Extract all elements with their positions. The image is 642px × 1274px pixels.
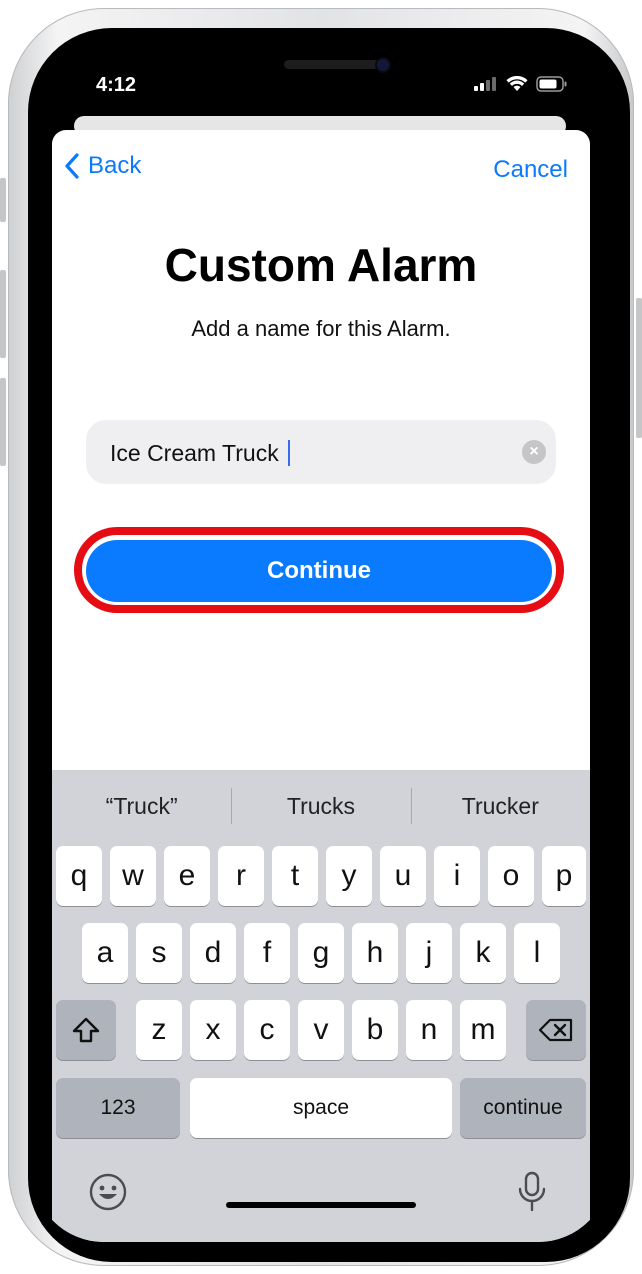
delete-icon [538, 1018, 573, 1042]
key-k[interactable]: k [460, 923, 506, 983]
key-l[interactable]: l [514, 923, 560, 983]
continue-key[interactable]: continue [460, 1078, 586, 1138]
suggestion-item[interactable]: Trucks [231, 770, 410, 842]
key-s[interactable]: s [136, 923, 182, 983]
chevron-left-icon [65, 153, 79, 179]
key-d[interactable]: d [190, 923, 236, 983]
side-button [636, 298, 642, 438]
keyboard: “Truck” Trucks Trucker q w e r t y u i o… [52, 770, 590, 1242]
key-j[interactable]: j [406, 923, 452, 983]
key-w[interactable]: w [110, 846, 156, 906]
front-camera [377, 59, 389, 71]
shift-icon [72, 1017, 100, 1043]
suggestion-item[interactable]: Trucker [410, 770, 590, 842]
key-q[interactable]: q [56, 846, 102, 906]
numbers-key[interactable]: 123 [56, 1078, 180, 1138]
back-label: Back [88, 152, 142, 179]
battery-icon [536, 76, 567, 92]
key-b[interactable]: b [352, 1000, 398, 1060]
earpiece-speaker [284, 60, 382, 69]
text-cursor [288, 440, 290, 466]
alarm-name-field[interactable]: × [86, 420, 556, 486]
key-f[interactable]: f [244, 923, 290, 983]
back-button[interactable]: Back [64, 152, 141, 180]
status-icons [474, 76, 568, 92]
suggestion-item[interactable]: “Truck” [52, 770, 231, 842]
status-time: 4:12 [96, 74, 137, 96]
alarm-name-input[interactable] [108, 420, 512, 486]
clear-text-button[interactable]: × [522, 440, 546, 464]
phone-screen: 4:12 Back Cancel Custom Alarm Add a name… [32, 32, 610, 1242]
continue-button[interactable]: Continue [86, 540, 552, 602]
cellular-signal-icon [474, 77, 496, 91]
emoji-icon [89, 1173, 127, 1211]
clear-circle-icon: × [529, 443, 539, 460]
key-y[interactable]: y [326, 846, 372, 906]
key-u[interactable]: u [380, 846, 426, 906]
space-key[interactable]: space [190, 1078, 452, 1138]
key-z[interactable]: z [136, 1000, 182, 1060]
key-o[interactable]: o [488, 846, 534, 906]
key-a[interactable]: a [82, 923, 128, 983]
key-h[interactable]: h [352, 923, 398, 983]
key-m[interactable]: m [460, 1000, 506, 1060]
key-i[interactable]: i [434, 846, 480, 906]
page-subtitle: Add a name for this Alarm. [191, 316, 451, 341]
delete-key[interactable] [526, 1000, 586, 1060]
key-r[interactable]: r [218, 846, 264, 906]
cancel-button[interactable]: Cancel [493, 156, 568, 184]
volume-down-button [0, 378, 6, 466]
suggestion-bar: “Truck” Trucks Trucker [52, 770, 590, 842]
key-p[interactable]: p [542, 846, 586, 906]
key-t[interactable]: t [272, 846, 318, 906]
shift-key[interactable] [56, 1000, 116, 1060]
emoji-key[interactable] [88, 1172, 128, 1212]
microphone-icon [518, 1171, 546, 1212]
wifi-icon [506, 76, 528, 91]
key-n[interactable]: n [406, 1000, 452, 1060]
home-indicator[interactable] [226, 1202, 416, 1208]
custom-alarm-sheet: Back Cancel Custom Alarm Add a name for … [52, 130, 590, 1242]
key-x[interactable]: x [190, 1000, 236, 1060]
key-c[interactable]: c [244, 1000, 290, 1060]
page-title: Custom Alarm [164, 239, 478, 291]
key-g[interactable]: g [298, 923, 344, 983]
volume-up-button [0, 270, 6, 358]
dictation-key[interactable] [514, 1170, 550, 1214]
mute-switch [0, 178, 6, 222]
key-e[interactable]: e [164, 846, 210, 906]
key-v[interactable]: v [298, 1000, 344, 1060]
